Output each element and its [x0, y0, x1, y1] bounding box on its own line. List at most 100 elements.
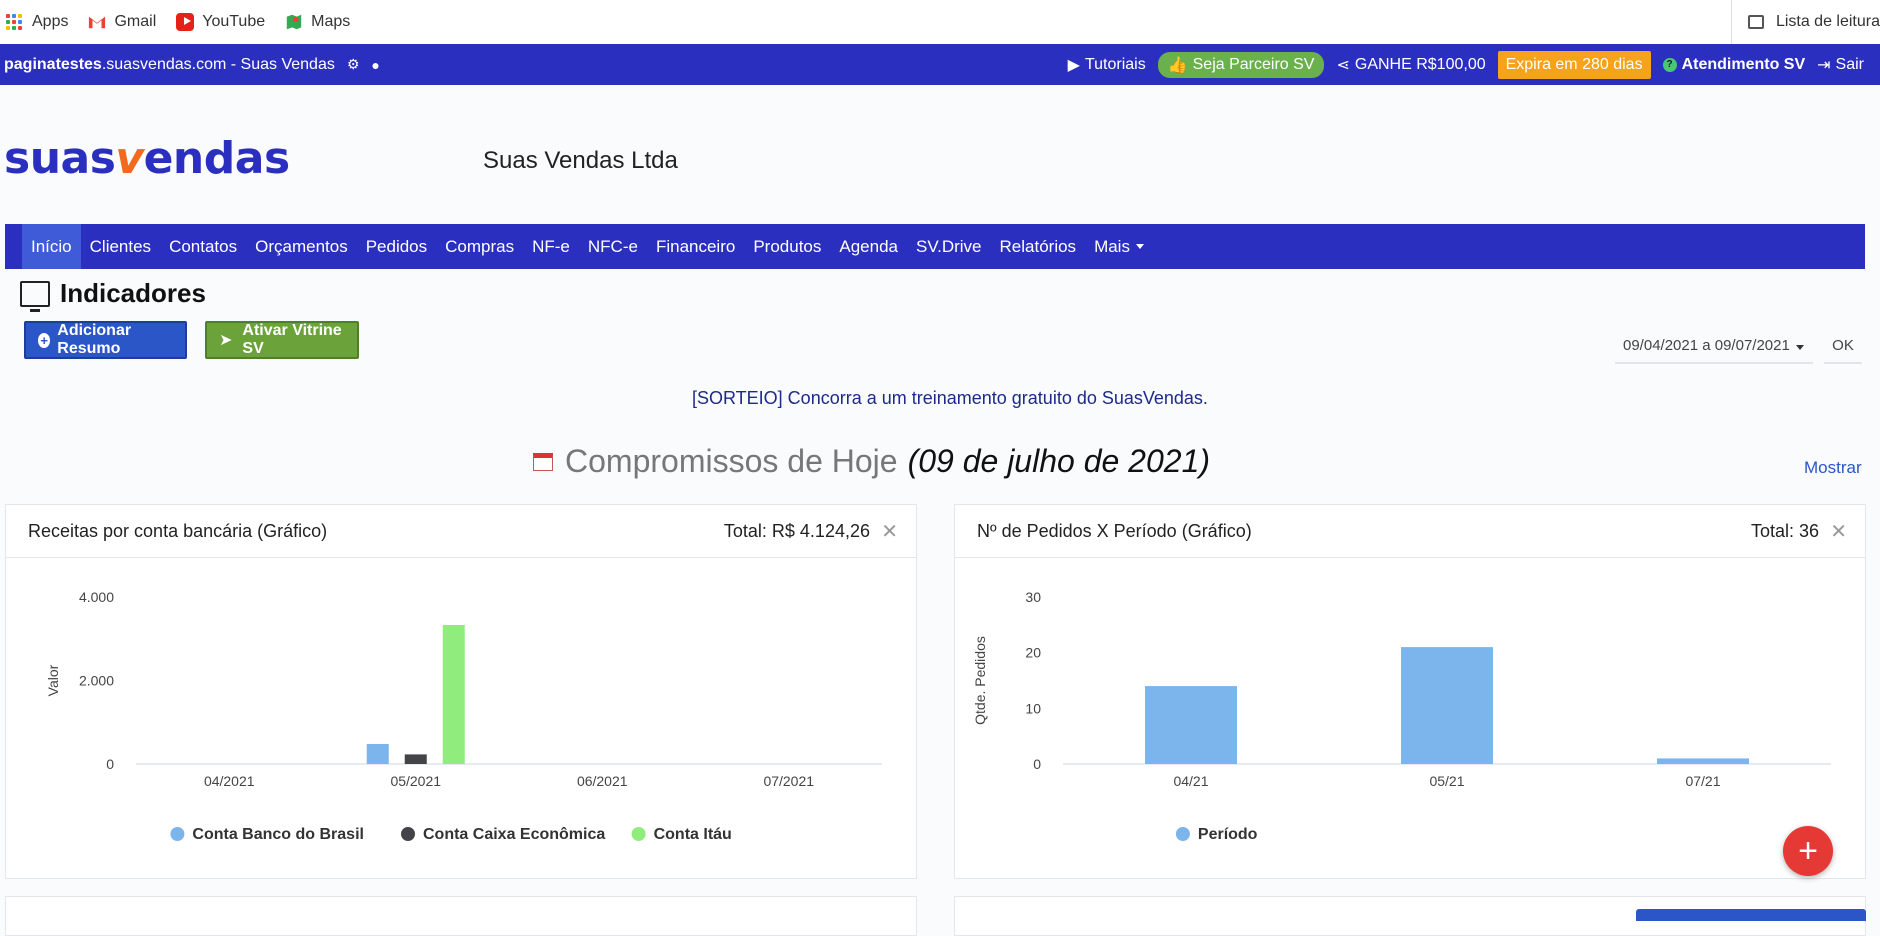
y-axis-label: Valor [45, 664, 61, 696]
sair-link[interactable]: ⇥ Sair [1817, 55, 1864, 75]
help-icon: ? [1662, 57, 1677, 72]
compromissos-heading: Compromissos de Hoje (09 de julho de 202… [533, 443, 1210, 480]
legend-item: Período [1198, 826, 1258, 843]
receitas-card: Receitas por conta bancária (Gráfico) To… [5, 504, 917, 879]
legend-item: Conta Itáu [654, 826, 732, 843]
receitas-chart: 0 2.000 4.000 Valor 04/2021 05/2021 06/2021 07/… [45, 589, 882, 843]
nav-item-clientes[interactable]: Clientes [81, 224, 160, 269]
nav-item-nfce[interactable]: NFC-e [579, 224, 647, 269]
android-icon[interactable]: ⚙ [347, 56, 360, 73]
close-icon[interactable]: ✕ [1830, 519, 1847, 544]
page-title: Indicadores [20, 278, 206, 312]
bookmark-label: Maps [311, 13, 351, 30]
ok-button[interactable]: OK [1824, 337, 1862, 364]
bookmark-label: Apps [32, 13, 69, 30]
x-tick-label: 04/21 [1173, 773, 1208, 789]
gmail-icon [89, 16, 106, 29]
bar [442, 624, 465, 764]
nav-item-svdrive[interactable]: SV.Drive [907, 224, 991, 269]
top-bar: paginatestes.suasvendas.com - Suas Venda… [0, 44, 1880, 85]
pedidos-chart: 0 10 20 30 Qtde. Pedidos 04/21 05/21 07/21 Perío… [972, 589, 1831, 843]
bookmark-gmail[interactable]: Gmail [88, 13, 156, 31]
x-tick-label: 05/2021 [390, 773, 441, 789]
sorteio-link[interactable]: [SORTEIO] Concorra a um treinamento grat… [692, 388, 1208, 409]
y-tick-label: 2.000 [79, 673, 114, 689]
nav-item-financeiro[interactable]: Financeiro [647, 224, 744, 269]
ganhe-link[interactable]: ⋖ GANHE R$100,00 [1336, 55, 1485, 75]
card-total: Total: 36 [1750, 520, 1819, 541]
x-tick-label: 07/21 [1685, 773, 1720, 789]
nav-item-agenda[interactable]: Agenda [830, 224, 907, 269]
share-icon: ⋖ [1336, 56, 1350, 74]
y-tick-label: 0 [106, 756, 114, 772]
nav-item-orcamentos[interactable]: Orçamentos [246, 224, 357, 269]
chat-widget-tab[interactable] [1636, 909, 1866, 921]
header: suasvendas Suas Vendas Ltda [0, 85, 1880, 224]
paper-plane-icon: ➤ [219, 332, 233, 349]
y-axis-label: Qtde. Pedidos [972, 636, 988, 725]
tutoriais-link[interactable]: ▶ Tutoriais [1068, 55, 1146, 75]
company-name: Suas Vendas Ltda [483, 147, 678, 174]
nav-item-contatos[interactable]: Contatos [160, 224, 246, 269]
bar [1401, 647, 1493, 764]
bar [1145, 686, 1237, 764]
site-name[interactable]: paginatestes.suasvendas.com - Suas Venda… [4, 56, 335, 74]
dashboard-icon [20, 280, 50, 312]
nav-item-nfe[interactable]: NF-e [523, 224, 579, 269]
maps-icon [286, 14, 302, 30]
card-header: Nº de Pedidos X Período (Gráfico) Total:… [955, 505, 1865, 558]
plus-circle-icon: + [38, 332, 51, 348]
youtube-icon: ▶ [1067, 56, 1080, 74]
x-tick-label: 07/2021 [763, 773, 814, 789]
card-total: Total: R$ 4.124,26 [723, 520, 870, 541]
reading-list[interactable]: Lista de leitura [1730, 0, 1880, 44]
card-title: Receitas por conta bancária (Gráfico) [28, 520, 328, 541]
nav-item-pedidos[interactable]: Pedidos [357, 224, 436, 269]
mostrar-link[interactable]: Mostrar [1804, 458, 1862, 478]
y-tick-label: 20 [1025, 645, 1041, 661]
nav-item-compras[interactable]: Compras [436, 224, 523, 269]
ativar-vitrine-button[interactable]: ➤ Ativar Vitrine SV [205, 321, 359, 359]
seja-parceiro-button[interactable]: 👍 Seja Parceiro SV [1157, 51, 1325, 78]
expira-badge[interactable]: Expira em 280 dias [1497, 50, 1651, 79]
plus-icon: + [1798, 831, 1818, 870]
atendimento-link[interactable]: ? Atendimento SV [1662, 56, 1805, 74]
main-nav: Início Clientes Contatos Orçamentos Pedi… [5, 224, 1865, 269]
card-title: Nº de Pedidos X Período (Gráfico) [977, 520, 1252, 541]
add-resumo-button[interactable]: + Adicionar Resumo [24, 321, 187, 359]
bookmarks-bar: Apps Gmail YouTube Maps Lista de leitura [0, 0, 1880, 44]
suasvendas-logo[interactable]: suasvendas [4, 133, 290, 184]
pedidos-card: Nº de Pedidos X Período (Gráfico) Total:… [954, 504, 1866, 879]
bookmark-apps[interactable]: Apps [6, 13, 68, 31]
nav-item-produtos[interactable]: Produtos [744, 224, 830, 269]
reading-list-icon [1747, 15, 1764, 29]
bar [404, 754, 427, 764]
close-icon[interactable]: ✕ [881, 519, 898, 544]
bookmark-label: Gmail [114, 13, 157, 30]
chevron-down-icon [1795, 345, 1804, 350]
add-fab-button[interactable]: + [1783, 826, 1833, 876]
y-tick-label: 30 [1025, 589, 1041, 605]
bar [1657, 758, 1749, 764]
card-header: Receitas por conta bancária (Gráfico) To… [6, 505, 916, 558]
nav-item-inicio[interactable]: Início [22, 224, 81, 269]
legend-item: Conta Caixa Econômica [423, 826, 605, 843]
reading-list-label: Lista de leitura [1775, 13, 1880, 30]
x-tick-label: 06/2021 [577, 773, 628, 789]
next-card-left [5, 896, 917, 936]
nav-item-mais[interactable]: Mais [1085, 224, 1153, 269]
date-range-picker[interactable]: 09/04/2021 a 09/07/2021 [1615, 337, 1813, 364]
apps-grid-icon [6, 14, 22, 30]
bookmark-maps[interactable]: Maps [285, 13, 350, 31]
bookmark-youtube[interactable]: YouTube [176, 13, 265, 31]
legend-marker [631, 827, 646, 841]
legend-marker [401, 827, 415, 841]
x-tick-label: 04/2021 [204, 773, 255, 789]
y-tick-label: 4.000 [79, 589, 114, 605]
x-tick-label: 05/21 [1429, 773, 1464, 789]
bar [366, 743, 389, 764]
y-tick-label: 0 [1033, 756, 1041, 772]
apple-icon[interactable]: ● [371, 57, 379, 73]
legend-item: Conta Banco do Brasil [192, 826, 364, 843]
nav-item-relatorios[interactable]: Relatórios [991, 224, 1086, 269]
